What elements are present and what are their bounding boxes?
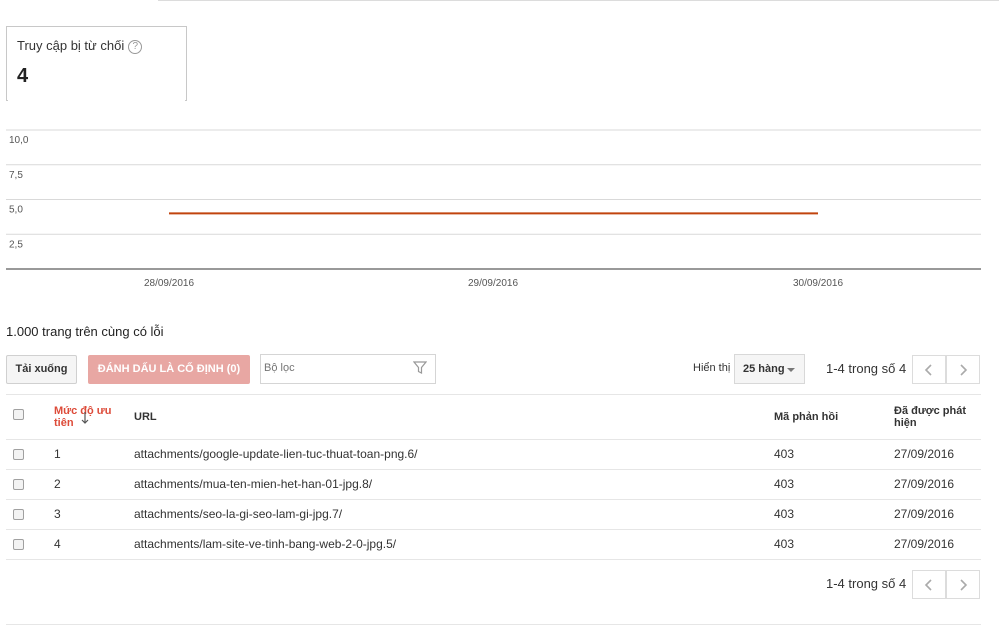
download-button[interactable]: Tải xuống bbox=[6, 355, 77, 384]
y-tick-label: 10,0 bbox=[9, 135, 29, 146]
row-detected-date: 27/09/2016 bbox=[894, 447, 955, 461]
table-row[interactable]: 2 attachments/mua-ten-mien-het-han-01-jp… bbox=[6, 470, 981, 499]
help-icon[interactable]: ? bbox=[128, 40, 143, 54]
x-tick-label: 30/09/2016 bbox=[793, 278, 843, 289]
top-divider bbox=[158, 0, 999, 1]
page-bottom-divider bbox=[6, 624, 981, 625]
table-row[interactable]: 1 attachments/google-update-lien-tuc-thu… bbox=[6, 440, 981, 469]
metric-card-access-denied[interactable]: Truy cập bị từ chối? 4 bbox=[6, 26, 187, 101]
row-priority: 1 bbox=[54, 447, 61, 461]
prev-page-button-bottom[interactable] bbox=[912, 570, 946, 599]
filter-input[interactable] bbox=[264, 362, 404, 374]
row-detected-date: 27/09/2016 bbox=[894, 537, 955, 551]
select-all-checkbox[interactable] bbox=[13, 409, 24, 420]
row-response-code: 403 bbox=[774, 447, 795, 461]
filter-icon[interactable] bbox=[413, 361, 427, 375]
y-tick-label: 5,0 bbox=[9, 205, 23, 216]
column-header-response-code[interactable]: Mã phản hồi bbox=[774, 411, 838, 423]
y-tick-label: 7,5 bbox=[9, 170, 23, 181]
column-header-detected-line1: Đã được phát bbox=[894, 405, 967, 417]
section-title: 1.000 trang trên cùng có lỗi bbox=[6, 324, 164, 339]
row-detected-date: 27/09/2016 bbox=[894, 477, 955, 491]
x-tick-label: 28/09/2016 bbox=[144, 278, 194, 289]
chevron-left-icon bbox=[924, 364, 932, 376]
table-header-row: Mức độ ưu tiên URL Mã phản hồi Đã được p… bbox=[6, 395, 981, 439]
show-label: Hiển thị bbox=[693, 362, 731, 374]
row-response-code: 403 bbox=[774, 477, 795, 491]
prev-page-button[interactable] bbox=[912, 355, 946, 384]
row-response-code: 403 bbox=[774, 537, 795, 551]
row-priority: 2 bbox=[54, 477, 61, 491]
table-row[interactable]: 3 attachments/seo-la-gi-seo-lam-gi-jpg.7… bbox=[6, 500, 981, 529]
page-info-bottom: 1-4 trong số 4 bbox=[826, 576, 907, 591]
metric-title: Truy cập bị từ chối? bbox=[17, 38, 143, 54]
row-priority: 4 bbox=[54, 537, 61, 551]
row-checkbox[interactable] bbox=[13, 479, 24, 490]
row-checkbox[interactable] bbox=[13, 449, 24, 460]
row-url[interactable]: attachments/lam-site-ve-tinh-bang-web-2-… bbox=[134, 537, 396, 551]
page-info-top: 1-4 trong số 4 bbox=[826, 361, 907, 376]
mark-as-fixed-button[interactable]: ĐÁNH DẤU LÀ CỐ ĐỊNH (0) bbox=[88, 355, 250, 384]
sort-arrow-icon bbox=[81, 412, 89, 424]
table-row[interactable]: 4 attachments/lam-site-ve-tinh-bang-web-… bbox=[6, 530, 981, 559]
metric-title-text: Truy cập bị từ chối bbox=[17, 38, 125, 53]
row-detected-date: 27/09/2016 bbox=[894, 507, 955, 521]
row-checkbox[interactable] bbox=[13, 509, 24, 520]
rows-per-page-select[interactable]: 25 hàng bbox=[734, 354, 805, 384]
chevron-right-icon bbox=[960, 579, 968, 591]
chevron-right-icon bbox=[960, 364, 968, 376]
filter-box[interactable] bbox=[260, 354, 436, 384]
row-url[interactable]: attachments/seo-la-gi-seo-lam-gi-jpg.7/ bbox=[134, 507, 342, 521]
rows-per-page-value: 25 hàng bbox=[743, 363, 785, 375]
row-response-code: 403 bbox=[774, 507, 795, 521]
column-header-url[interactable]: URL bbox=[134, 411, 157, 423]
row-priority: 3 bbox=[54, 507, 61, 521]
table-bottom-border bbox=[6, 559, 981, 560]
chevron-down-icon bbox=[787, 368, 795, 372]
y-tick-label: 2,5 bbox=[9, 239, 23, 250]
next-page-button-bottom[interactable] bbox=[946, 570, 980, 599]
column-header-detected-line2: hiện bbox=[894, 417, 917, 429]
row-url[interactable]: attachments/google-update-lien-tuc-thuat… bbox=[134, 447, 418, 461]
x-tick-label: 29/09/2016 bbox=[468, 278, 518, 289]
row-url[interactable]: attachments/mua-ten-mien-het-han-01-jpg.… bbox=[134, 477, 372, 491]
metric-value: 4 bbox=[17, 65, 29, 87]
error-trend-chart: 10,0 7,5 5,0 2,5 28/09/2016 29/09/2016 30/09/2… bbox=[6, 129, 981, 289]
chevron-left-icon bbox=[924, 579, 932, 591]
next-page-button[interactable] bbox=[946, 355, 980, 384]
row-checkbox[interactable] bbox=[13, 539, 24, 550]
column-header-detected[interactable]: Đã được phát hiện bbox=[894, 405, 966, 429]
